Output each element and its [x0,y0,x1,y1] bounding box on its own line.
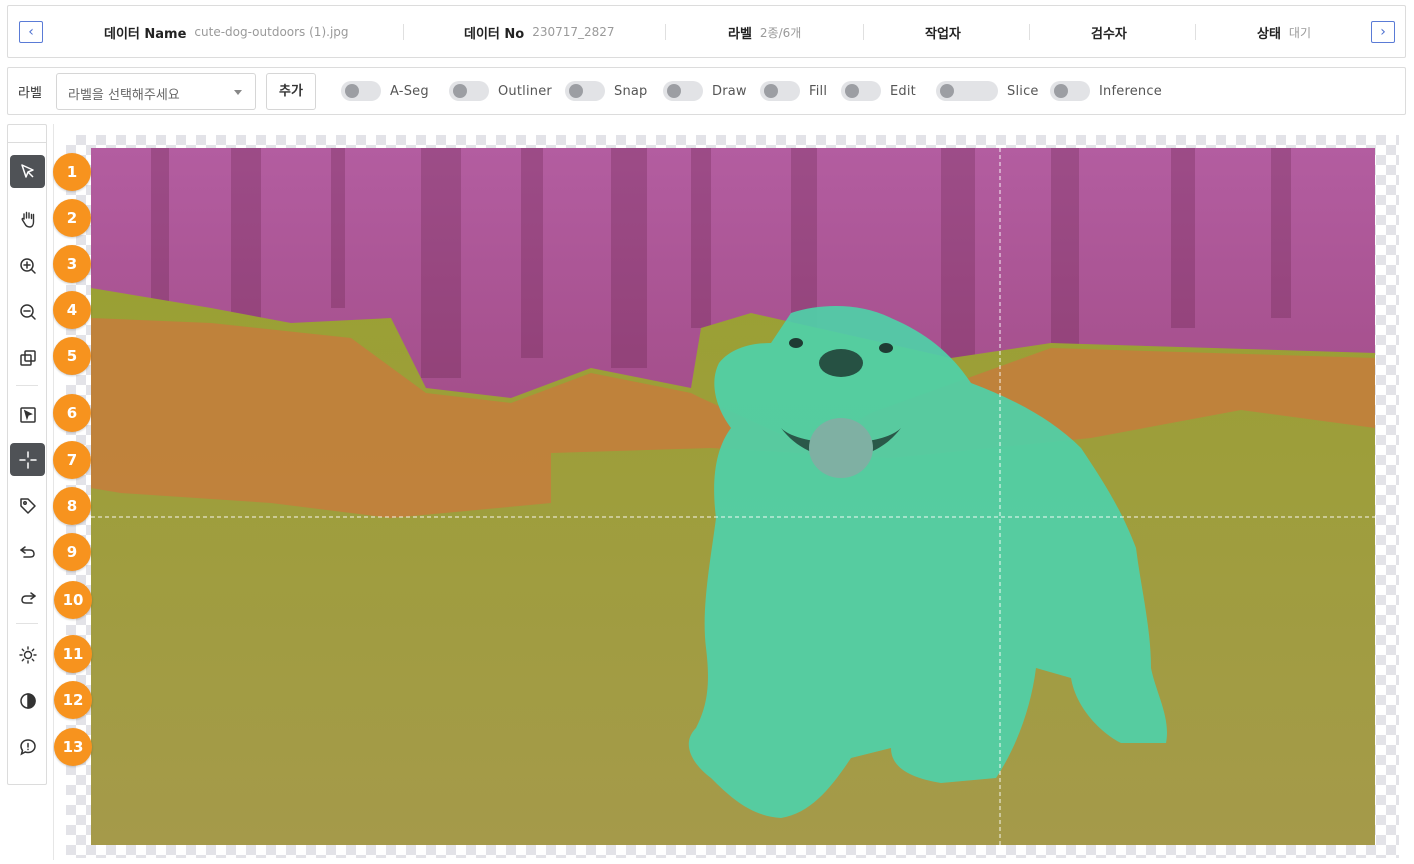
redo-icon[interactable] [10,581,45,614]
rail-divider [16,623,38,624]
toggle-switch[interactable] [449,81,489,101]
toggle-switch[interactable] [841,81,881,101]
toggle-inference[interactable]: Inference [1050,81,1162,101]
undo-icon[interactable] [10,535,45,568]
step-badge: 3 [53,245,91,283]
toggle-switch[interactable] [1050,81,1090,101]
label-select[interactable]: 라벨을 선택해주세요 [56,73,256,110]
reviewer-field: 검수자 [1091,22,1135,42]
alert-icon[interactable] [10,730,45,763]
chevron-left-icon[interactable]: ‹ [19,21,43,43]
data-name-label: 데이터 Name [104,26,187,42]
toggle-outliner[interactable]: Outliner [449,81,552,101]
annotated-image[interactable] [91,148,1375,845]
toggle-draw[interactable]: Draw [663,81,747,101]
step-badge: 5 [53,337,91,375]
status-value: 대기 [1288,25,1312,40]
contrast-icon[interactable] [10,684,45,717]
step-badge: 1 [53,153,91,191]
data-name-field: 데이터 Name cute-dog-outdoors (1).jpg [104,22,349,42]
data-info-bar: ‹ 데이터 Name cute-dog-outdoors (1).jpg 데이터… [7,5,1406,58]
annotation-toolbar: 라벨 라벨을 선택해주세요 추가 A-Seg Outliner Snap Dra… [7,67,1406,115]
step-badge: 13 [54,728,92,766]
step-badge: 8 [53,487,91,525]
label-select-placeholder: 라벨을 선택해주세요 [68,88,180,103]
step-badge: 12 [54,681,92,719]
step-badge: 10 [54,581,92,619]
divider [863,24,864,40]
data-no-value: 230717_2827 [532,25,615,39]
caret-down-icon [234,90,242,95]
toggle-label: Edit [890,83,916,99]
add-label-button[interactable]: 추가 [266,73,316,110]
rail-divider [16,385,38,386]
toggle-switch[interactable] [341,81,381,101]
chevron-right-icon[interactable]: › [1371,21,1395,43]
label-count-field: 라벨 2종/6개 [728,22,801,42]
label-selector-title: 라벨 [18,86,42,101]
toggle-switch[interactable] [663,81,703,101]
toggle-switch[interactable] [760,81,800,101]
brightness-icon[interactable] [10,638,45,671]
toggle-label: Fill [809,83,828,99]
toggle-switch[interactable] [936,81,998,101]
rail-header [8,125,46,143]
toggle-label: Slice [1007,83,1039,99]
status-field: 상태 대기 [1257,22,1311,42]
step-badge: 11 [54,635,92,673]
toggle-label: Snap [614,83,648,99]
divider [1029,24,1030,40]
select-pointer-icon[interactable] [10,155,45,188]
toggle-label: Draw [712,83,747,99]
divider [1195,24,1196,40]
toggle-switch[interactable] [565,81,605,101]
segmentation-masks [91,148,1375,845]
tag-icon[interactable] [10,489,45,522]
divider [403,24,404,40]
worker-field: 작업자 [925,22,969,42]
step-badge: 9 [53,533,91,571]
zoom-in-icon[interactable] [10,249,45,282]
toggle-label: Outliner [498,83,552,99]
hand-icon[interactable] [10,202,45,235]
tool-rail [7,124,47,785]
worker-label: 작업자 [925,26,961,42]
toggle-slice[interactable]: Slice [936,81,1039,101]
toggle-fill[interactable]: Fill [760,81,827,101]
reviewer-label: 검수자 [1091,26,1127,42]
toggle-snap[interactable]: Snap [565,81,648,101]
divider [665,24,666,40]
data-no-field: 데이터 No 230717_2827 [464,22,615,42]
toggle-edit[interactable]: Edit [841,81,916,101]
toggle-a-seg[interactable]: A-Seg [341,81,429,101]
status-label: 상태 [1257,26,1281,42]
copy-layers-icon[interactable] [10,341,45,374]
crosshair-icon[interactable] [10,443,45,476]
toggle-label: Inference [1099,83,1162,99]
box-select-icon[interactable] [10,398,45,431]
step-badge: 7 [53,441,91,479]
data-no-label: 데이터 No [464,26,525,42]
toggle-label: A-Seg [390,83,429,99]
step-badge: 4 [53,291,91,329]
label-count-label: 라벨 [728,26,752,42]
step-badge: 2 [53,199,91,237]
label-count-value: 2종/6개 [759,25,802,40]
data-name-value: cute-dog-outdoors (1).jpg [194,25,349,39]
zoom-out-icon[interactable] [10,295,45,328]
step-badge: 6 [53,394,91,432]
